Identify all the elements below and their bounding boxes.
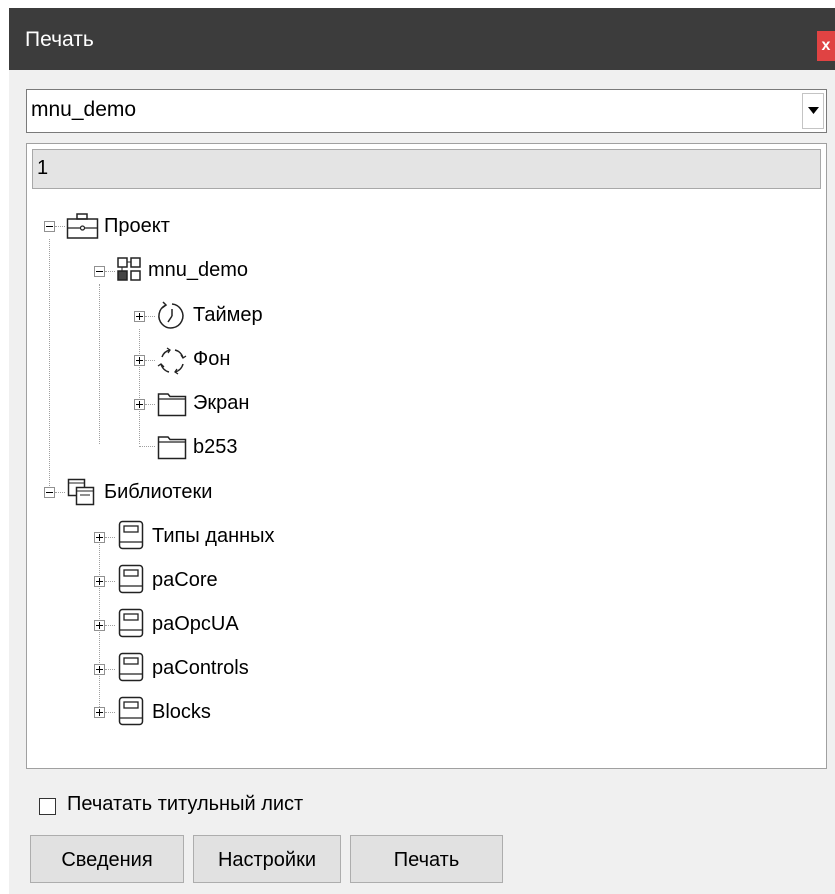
- briefcase-icon: [66, 213, 99, 239]
- collapse-toggle[interactable]: [44, 487, 55, 498]
- tree-line: [139, 446, 155, 447]
- tree-line: [139, 329, 140, 444]
- collapse-toggle[interactable]: [44, 221, 55, 232]
- libraries-icon: [67, 478, 95, 506]
- project-select-value: mnu_demo: [31, 98, 137, 121]
- dropdown-button[interactable]: [802, 93, 824, 129]
- tree-node-pacore[interactable]: paCore: [152, 569, 218, 592]
- print-title-page-checkbox[interactable]: [39, 798, 56, 815]
- expand-toggle[interactable]: [94, 532, 105, 543]
- expand-toggle[interactable]: [134, 311, 145, 322]
- tree-line: [99, 284, 100, 444]
- settings-button[interactable]: Настройки: [193, 835, 341, 883]
- tree-node-datatypes[interactable]: Типы данных: [152, 525, 275, 548]
- tree-node-project[interactable]: Проект: [104, 215, 170, 238]
- print-dialog: Печать x mnu_demo 1 Проект mnu_demo Тайм…: [9, 8, 835, 894]
- title-bar: Печать x: [9, 8, 835, 70]
- tree-node-background[interactable]: Фон: [193, 348, 230, 371]
- tree-line: [55, 492, 65, 493]
- expand-toggle[interactable]: [94, 576, 105, 587]
- tree-node-paopcua[interactable]: paOpcUA: [152, 613, 239, 636]
- tree-line: [145, 360, 155, 361]
- book-icon: [118, 652, 144, 682]
- tree-header-label: 1: [37, 157, 49, 179]
- expand-toggle[interactable]: [134, 355, 145, 366]
- expand-toggle[interactable]: [94, 664, 105, 675]
- expand-toggle[interactable]: [94, 620, 105, 631]
- book-icon: [118, 608, 144, 638]
- project-select[interactable]: mnu_demo: [26, 89, 827, 133]
- tree-line: [49, 239, 50, 494]
- print-tree: 1 Проект mnu_demo Таймер Фон Экран b253 …: [26, 143, 827, 769]
- window-title: Печать: [25, 28, 94, 51]
- expand-toggle[interactable]: [134, 399, 145, 410]
- tree-line: [105, 669, 115, 670]
- tree-line: [105, 712, 115, 713]
- collapse-toggle[interactable]: [94, 266, 105, 277]
- print-title-page-label[interactable]: Печатать титульный лист: [67, 793, 303, 816]
- book-icon: [118, 696, 144, 726]
- book-icon: [118, 520, 144, 550]
- tree-line: [105, 581, 115, 582]
- tree-node-timer[interactable]: Таймер: [193, 304, 263, 327]
- tree-line: [145, 404, 155, 405]
- chevron-down-icon: [808, 107, 819, 114]
- tree-node-pacontrols[interactable]: paControls: [152, 657, 249, 680]
- tree-line: [55, 226, 65, 227]
- tree-node-blocks[interactable]: Blocks: [152, 701, 211, 724]
- tree-line: [145, 316, 155, 317]
- folder-icon: [157, 393, 187, 417]
- info-button[interactable]: Сведения: [30, 835, 184, 883]
- tree-node-mnu-demo[interactable]: mnu_demo: [148, 259, 248, 282]
- expand-toggle[interactable]: [94, 707, 105, 718]
- close-button[interactable]: x: [817, 31, 835, 61]
- refresh-icon: [157, 347, 187, 375]
- tree-node-screen[interactable]: Экран: [193, 392, 249, 415]
- timer-icon: [158, 301, 184, 329]
- tree-line: [105, 537, 115, 538]
- tree-line: [105, 271, 115, 272]
- tree-header[interactable]: 1: [32, 149, 821, 189]
- book-icon: [118, 564, 144, 594]
- print-button[interactable]: Печать: [350, 835, 503, 883]
- tree-node-b253[interactable]: b253: [193, 436, 238, 459]
- program-icon: [117, 257, 141, 281]
- folder-icon: [157, 436, 187, 460]
- tree-node-libraries[interactable]: Библиотеки: [104, 481, 212, 504]
- tree-line: [105, 625, 115, 626]
